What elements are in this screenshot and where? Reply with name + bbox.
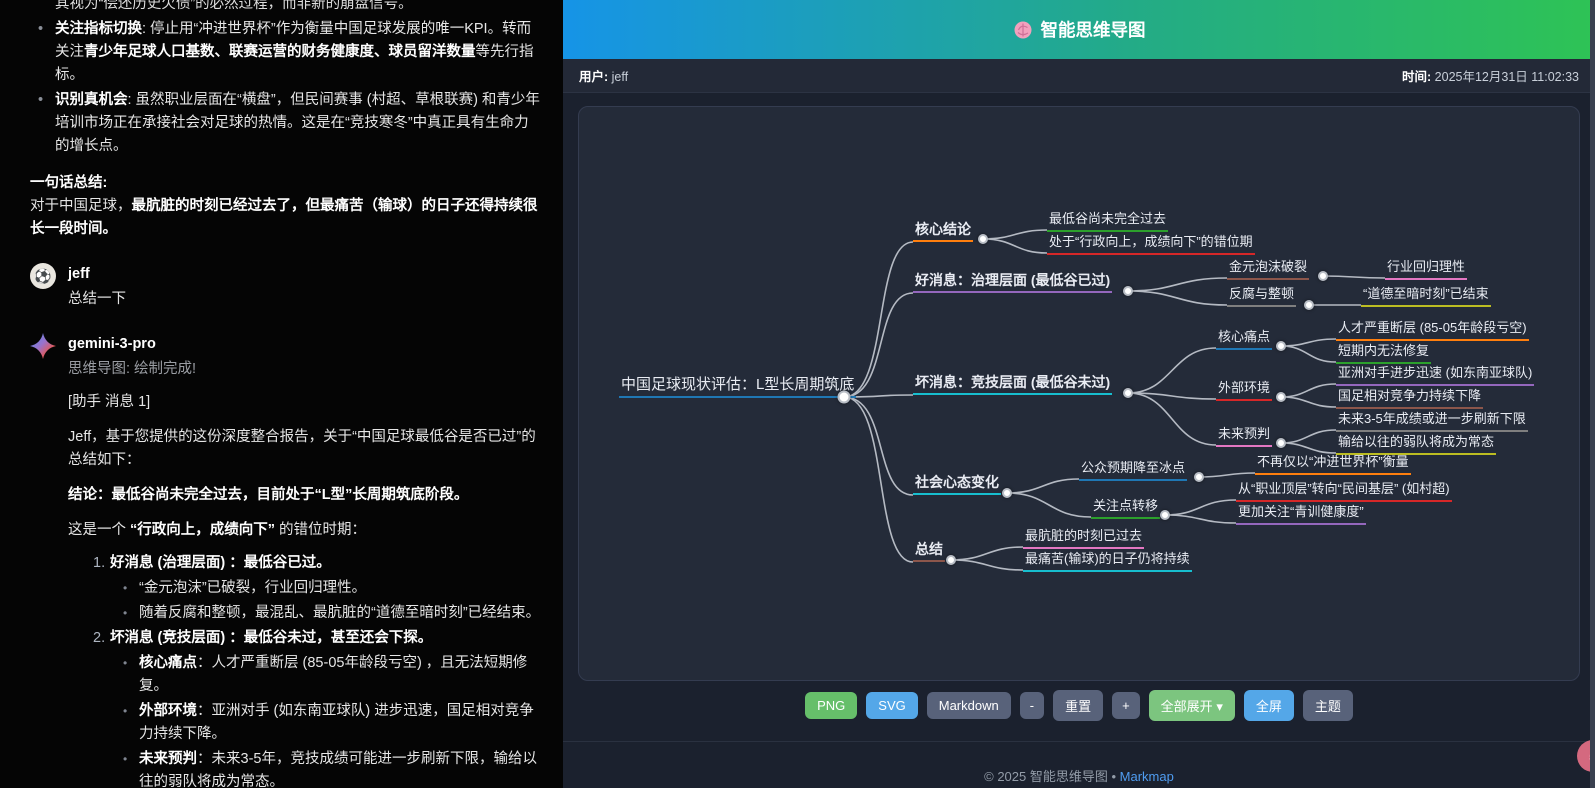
chat-panel: 其视为“偿还历史欠债”的必然过程，而非新的崩盘信号。 关注指标切换: 停止用“冲…	[0, 0, 563, 788]
assistant-intro: Jeff，基于您提供的这份深度整合报告，关于“中国足球最低谷是否已过”的总结如下…	[68, 426, 543, 472]
brain-icon	[1013, 20, 1033, 40]
list-item: 2. 坏消息 (竞技层面) ：最低谷未过，甚至还会下探。 核心痛点：人才严重断层…	[68, 627, 543, 788]
mindmap-node-dot[interactable]	[946, 555, 956, 565]
user-name: jeff	[68, 263, 543, 286]
mindmap-node-dot[interactable]	[1276, 438, 1286, 448]
mindmap-node[interactable]: 好消息：治理层面 (最低谷已过)	[913, 272, 1112, 293]
mindmap-node[interactable]: 最低谷尚未完全过去	[1047, 211, 1168, 232]
chat-bullet-list: 关注指标切换: 停止用“冲进世界杯”作为衡量中国足球发展的唯一KPI。转而关注青…	[30, 18, 543, 158]
mindmap-node[interactable]: 反腐与整顿	[1227, 286, 1296, 307]
mindmap-node[interactable]: 核心痛点	[1216, 329, 1272, 350]
user-message-text: 总结一下	[68, 288, 543, 311]
mindmap-node[interactable]: 更加关注“青训健康度”	[1236, 504, 1366, 525]
list-subitem: “金元泡沫”已破裂，行业回归理性。	[123, 577, 543, 600]
mindmap-node-dot[interactable]	[1304, 300, 1314, 310]
export-markdown-button[interactable]: Markdown	[927, 692, 1011, 719]
assistant-status: 思维导图: 绘制完成!	[68, 358, 543, 381]
mindmap-node[interactable]: 人才严重断层 (85-05年龄段亏空)	[1336, 320, 1529, 341]
app-header: 智能思维导图	[563, 0, 1595, 59]
mindmap-node[interactable]: 公众预期降至冰点	[1079, 460, 1187, 481]
user-info: 用户: jeff	[579, 66, 628, 85]
mindmap-node-dot[interactable]	[1123, 286, 1133, 296]
user-message: ⚽ jeff 总结一下	[30, 263, 543, 311]
list-subitem: 随着反腐和整顿，最混乱、最肮脏的“道德至暗时刻”已经结束。	[123, 602, 543, 625]
zoom-out-button[interactable]: -	[1020, 692, 1044, 719]
mindmap-node[interactable]: 行业回归理性	[1385, 259, 1467, 280]
mindmap-node[interactable]: 金元泡沫破裂	[1227, 259, 1309, 280]
mindmap-node[interactable]: 中国足球现状评估：L型长周期筑底	[619, 377, 856, 398]
mindmap-node[interactable]: 总结	[913, 541, 945, 562]
map-toolbar: PNG SVG Markdown - 重置 + 全部展开 ▾ 全屏 主题	[563, 690, 1595, 721]
assistant-tag: [助手 消息 1]	[68, 391, 543, 414]
chat-bullet: 关注指标切换: 停止用“冲进世界杯”作为衡量中国足球发展的唯一KPI。转而关注青…	[38, 18, 543, 87]
assistant-period: 这是一个 “行政向上，成绩向下” 的错位时期：	[68, 519, 543, 542]
mindmap-node[interactable]: “道德至暗时刻”已结束	[1361, 286, 1491, 307]
export-png-button[interactable]: PNG	[805, 692, 857, 719]
caret-down-icon: ▾	[1216, 699, 1223, 714]
mindmap-node[interactable]: 短期内无法修复	[1336, 343, 1431, 364]
mindmap-node[interactable]: 不再仅以“冲进世界杯”衡量	[1255, 454, 1411, 475]
mindmap-panel: 智能思维导图 用户: jeff 时间: 2025年12月31日 11:02:33	[563, 0, 1595, 788]
mindmap-node[interactable]: 最痛苦(输球)的日子仍将持续	[1023, 551, 1192, 572]
list-subitem: 核心痛点：人才严重断层 (85-05年龄段亏空) ，且无法短期修复。	[123, 652, 543, 698]
soccer-icon: ⚽	[34, 265, 51, 288]
list-subitem: 未来预判：未来3-5年，竞技成绩可能进一步刷新下限，输给以往的弱队将成为常态。	[123, 748, 543, 788]
mindmap-node[interactable]: 坏消息：竞技层面 (最低谷未过)	[913, 374, 1112, 395]
mindmap-node[interactable]: 未来3-5年成绩或进一步刷新下限	[1336, 411, 1528, 432]
mindmap-node-dot[interactable]	[1002, 488, 1012, 498]
zoom-in-button[interactable]: +	[1112, 692, 1140, 719]
chat-paragraph: 其视为“偿还历史欠债”的必然过程，而非新的崩盘信号。	[55, 0, 543, 16]
mindmap-node[interactable]: 关注点转移	[1091, 498, 1160, 519]
mindmap-node-dot[interactable]	[978, 234, 988, 244]
expand-all-button[interactable]: 全部展开 ▾	[1149, 690, 1235, 721]
mindmap-node[interactable]: 处于“行政向上，成绩向下”的错位期	[1047, 234, 1255, 255]
mindmap-node[interactable]: 从“职业顶层”转向“民间基层” (如村超)	[1236, 481, 1452, 502]
mindmap-node-dot[interactable]	[1123, 388, 1133, 398]
list-item: 1. 好消息 (治理层面) ：最低谷已过。 “金元泡沫”已破裂，行业回归理性。 …	[68, 552, 543, 625]
export-svg-button[interactable]: SVG	[866, 692, 917, 719]
theme-button[interactable]: 主题	[1303, 690, 1353, 721]
copyright-text: © 2025 智能思维导图 •	[984, 769, 1116, 784]
user-avatar[interactable]: ⚽	[30, 263, 56, 289]
mindmap-canvas[interactable]: 中国足球现状评估：L型长周期筑底 核心结论 最低谷尚未完全过去 处于“行政向上，…	[578, 106, 1580, 681]
summary-text: 对于中国足球，最肮脏的时刻已经过去了，但最痛苦（输球）的日子还得持续很长一段时间…	[30, 195, 543, 241]
mindmap-node-dot[interactable]	[1194, 472, 1204, 482]
info-bar: 用户: jeff 时间: 2025年12月31日 11:02:33	[563, 59, 1595, 93]
time-info: 时间: 2025年12月31日 11:02:33	[1402, 66, 1579, 85]
mindmap-node-dot[interactable]	[1276, 392, 1286, 402]
mindmap-node[interactable]: 外部环境	[1216, 380, 1272, 401]
mindmap-node-dot[interactable]	[1276, 341, 1286, 351]
gemini-star-icon	[30, 333, 56, 359]
mindmap-node[interactable]: 未来预判	[1216, 426, 1272, 447]
page: 其视为“偿还历史欠债”的必然过程，而非新的崩盘信号。 关注指标切换: 停止用“冲…	[0, 0, 1595, 788]
mindmap-node[interactable]: 最肮脏的时刻已过去	[1023, 528, 1144, 549]
list-subitem: 外部环境：亚洲对手 (如东南亚球队) 进步迅速，国足相对竞争力持续下降。	[123, 700, 543, 746]
assistant-message: gemini-3-pro 思维导图: 绘制完成! [助手 消息 1] Jeff，…	[30, 333, 543, 788]
mindmap-node[interactable]: 亚洲对手进步迅速 (如东南亚球队)	[1336, 365, 1534, 386]
reset-button[interactable]: 重置	[1053, 690, 1103, 721]
assistant-numbered-list: 1. 好消息 (治理层面) ：最低谷已过。 “金元泡沫”已破裂，行业回归理性。 …	[68, 552, 543, 788]
fullscreen-button[interactable]: 全屏	[1244, 690, 1294, 721]
assistant-conclusion: 结论：最低谷尚未完全过去，目前处于“L型”长周期筑底阶段。	[68, 484, 543, 507]
mindmap-node-dot[interactable]	[1160, 510, 1170, 520]
mindmap-node[interactable]: 社会心态变化	[913, 474, 1001, 495]
mindmap-node-dot[interactable]	[838, 391, 851, 404]
mindmap-node[interactable]: 核心结论	[913, 221, 973, 242]
chat-bullet: 识别真机会: 虽然职业层面在“横盘”，但民间赛事 (村超、草根联赛) 和青少年培…	[38, 89, 543, 158]
markmap-link[interactable]: Markmap	[1120, 769, 1174, 784]
assistant-name: gemini-3-pro	[68, 333, 543, 356]
summary-label: 一句话总结:	[30, 172, 543, 195]
mindmap-node[interactable]: 输给以往的弱队将成为常态	[1336, 434, 1496, 455]
scrollbar[interactable]	[1590, 0, 1595, 788]
app-title: 智能思维导图	[1041, 17, 1146, 42]
mindmap-node-dot[interactable]	[1318, 271, 1328, 281]
mindmap-node[interactable]: 国足相对竞争力持续下降	[1336, 388, 1483, 409]
app-footer: © 2025 智能思维导图 • Markmap	[563, 741, 1595, 785]
